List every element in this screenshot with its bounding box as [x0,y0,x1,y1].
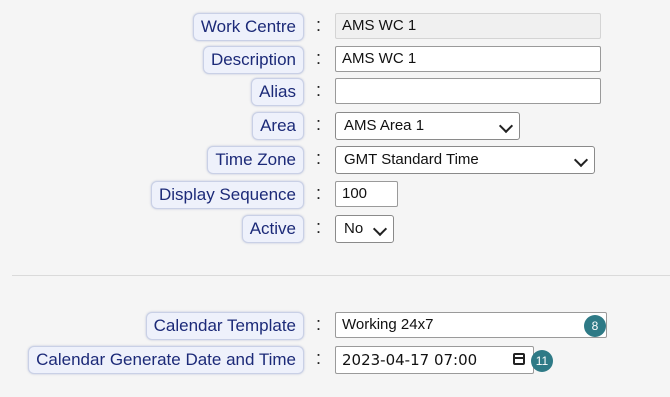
area-label: Area [252,112,304,140]
chevron-down-icon [498,118,514,134]
time-zone-label: Time Zone [207,146,304,174]
area-select[interactable]: AMS Area 1 [335,112,520,140]
alias-label: Alias [251,78,304,106]
time-zone-selected-value: GMT Standard Time [344,151,479,168]
row-time-zone: Time Zone : GMT Standard Time [0,146,670,176]
section-divider [12,275,670,276]
description-label: Description [202,46,304,74]
alias-input[interactable] [335,78,601,104]
calendar-template-input[interactable]: Working 24x7 [335,312,607,338]
calendar-generate-datetime-input[interactable]: 2023-04-17 07:00 [335,346,534,374]
separator-colon: : [316,314,322,334]
display-sequence-label: Display Sequence [150,181,304,209]
callout-badge: 11 [531,350,553,372]
row-calendar-generate: Calendar Generate Date and Time : 2023-0… [0,346,670,376]
chevron-down-icon [573,152,589,168]
separator-colon: : [316,114,322,134]
calendar-generate-label: Calendar Generate Date and Time [28,346,304,374]
area-selected-value: AMS Area 1 [344,117,425,134]
calendar-generate-value: 2023-04-17 07:00 [342,351,478,369]
row-calendar-template: Calendar Template : Working 24x7 8 [0,312,670,342]
active-selected-value: No [344,220,364,237]
separator-colon: : [316,48,322,68]
separator-colon: : [316,348,322,368]
separator-colon: : [316,148,322,168]
calendar-template-label: Calendar Template [145,312,304,340]
description-input[interactable]: AMS WC 1 [335,46,601,72]
time-zone-select[interactable]: GMT Standard Time [335,146,595,174]
work-centre-label: Work Centre [192,13,304,41]
row-description: Description : AMS WC 1 [0,46,670,76]
active-select[interactable]: No [335,215,394,243]
chevron-down-icon [372,221,388,237]
row-active: Active : No [0,215,670,245]
separator-colon: : [316,15,322,35]
active-label: Active [241,215,304,243]
calendar-icon[interactable] [513,353,525,365]
row-work-centre: Work Centre : AMS WC 1 [0,13,670,43]
row-alias: Alias : [0,78,670,108]
separator-colon: : [316,183,322,203]
row-display-sequence: Display Sequence : 100 [0,181,670,211]
display-sequence-input[interactable]: 100 [335,181,398,207]
separator-colon: : [316,217,322,237]
row-area: Area : AMS Area 1 [0,112,670,142]
separator-colon: : [316,80,322,100]
callout-badge: 8 [584,315,606,337]
work-centre-field: AMS WC 1 [335,13,601,39]
